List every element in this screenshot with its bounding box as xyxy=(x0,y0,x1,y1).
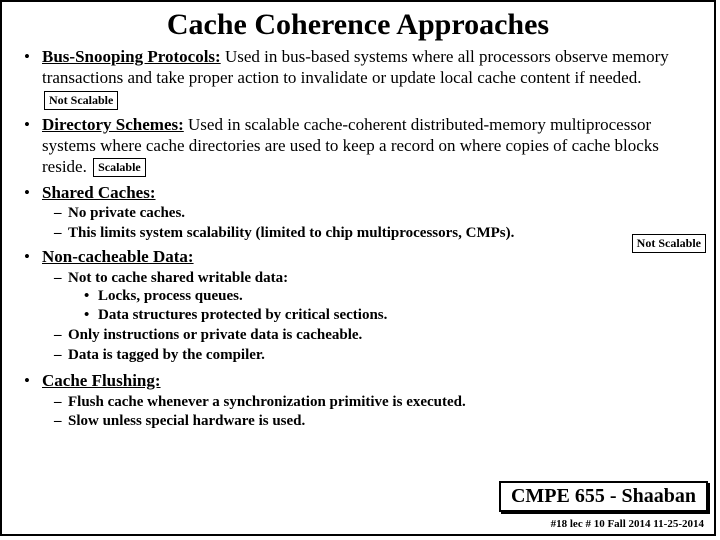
bullet-heading: Shared Caches: xyxy=(42,183,156,202)
bullet-bus-snooping: Bus-Snooping Protocols: Used in bus-base… xyxy=(24,46,700,110)
sub-bullet: Data is tagged by the compiler. xyxy=(54,346,700,365)
bullet-cache-flushing: Cache Flushing: xyxy=(24,370,700,391)
sub-sub-bullet: Data structures protected by critical se… xyxy=(84,306,700,325)
bullet-heading: Non-cacheable Data: xyxy=(42,247,194,266)
bullet-shared-caches: Shared Caches: xyxy=(24,182,700,203)
sub-bullet: Not to cache shared writable data: xyxy=(54,269,700,288)
tag-not-scalable: Not Scalable xyxy=(632,234,706,253)
sub-bullet: Slow unless special hardware is used. xyxy=(54,412,700,431)
tag-scalable: Scalable xyxy=(93,158,146,177)
tag-not-scalable: Not Scalable xyxy=(44,91,118,110)
bullet-heading: Bus-Snooping Protocols: xyxy=(42,47,221,66)
slide-title: Cache Coherence Approaches xyxy=(2,8,714,42)
footer-text: #18 lec # 10 Fall 2014 11-25-2014 xyxy=(551,518,704,530)
sub-bullet: No private caches. xyxy=(54,204,700,223)
bullet-heading: Directory Schemes: xyxy=(42,115,184,134)
sub-sub-bullet: Locks, process queues. xyxy=(84,287,700,306)
sub-bullet: Only instructions or private data is cac… xyxy=(54,326,700,345)
bullet-heading: Cache Flushing: xyxy=(42,371,161,390)
sub-bullet: Flush cache whenever a synchronization p… xyxy=(54,393,700,412)
bullet-directory-schemes: Directory Schemes: Used in scalable cach… xyxy=(24,114,700,178)
slide: Cache Coherence Approaches Bus-Snooping … xyxy=(0,0,716,536)
slide-content: Bus-Snooping Protocols: Used in bus-base… xyxy=(2,46,714,431)
sub-bullet: This limits system scalability (limited … xyxy=(54,224,700,243)
bullet-noncacheable: Non-cacheable Data: Not Scalable xyxy=(24,246,700,267)
course-box: CMPE 655 - Shaaban xyxy=(499,481,708,512)
